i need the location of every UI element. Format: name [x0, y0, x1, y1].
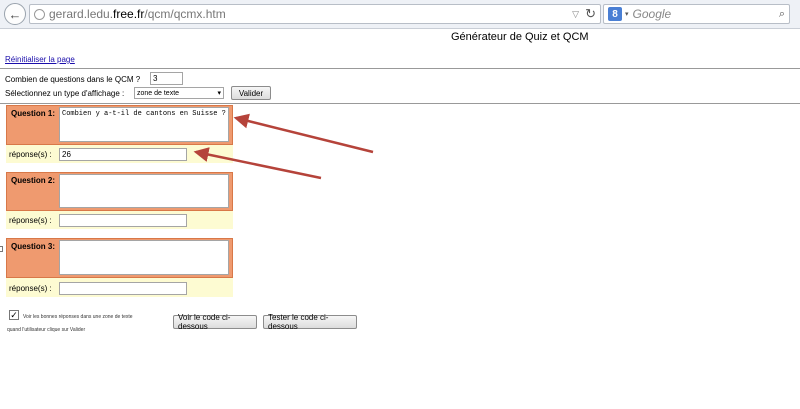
annotation-arrows [193, 113, 374, 180]
arrow-to-answer-1 [193, 147, 322, 180]
arrow-to-question-1 [233, 113, 374, 154]
